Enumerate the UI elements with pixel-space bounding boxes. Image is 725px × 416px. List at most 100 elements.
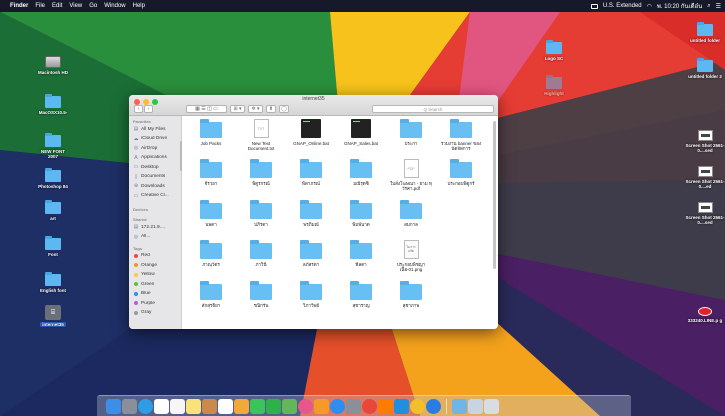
desktop-icon-internet35[interactable]: ⌸ internet35: [25, 305, 81, 328]
menu-go[interactable]: Go: [89, 3, 97, 9]
menu-help[interactable]: Help: [133, 3, 145, 9]
desktop-icon-screenshot-1[interactable]: Screen Shot 2561-0....sed: [677, 130, 725, 153]
sidebar-tag[interactable]: Orange: [133, 263, 180, 268]
launchpad-icon[interactable]: [122, 398, 137, 414]
action-button[interactable]: ✲ ▾: [248, 105, 263, 113]
input-source-label[interactable]: U.S. Extended: [603, 3, 642, 9]
chrome-2-icon[interactable]: [410, 398, 425, 414]
file-item[interactable]: ฟีลดา: [338, 240, 384, 267]
file-item[interactable]: พิดาภรณ์: [288, 159, 334, 186]
desktop-icon-untitled-folder[interactable]: untitled folder: [677, 22, 725, 43]
file-item[interactable]: โอ การเเก๊ด ประกอบพิชญา เนื้อ-01.png: [388, 240, 434, 273]
sidebar-item[interactable]: ▭ Creative Cl...: [133, 193, 180, 199]
sidebar-item[interactable]: ◎ All...: [133, 234, 180, 240]
desktop-icon-logo-sc[interactable]: Logo SC: [526, 40, 582, 61]
file-item[interactable]: GNAP_Online.bat: [288, 119, 334, 146]
sidebar-item[interactable]: ◎ AirDrop: [133, 145, 180, 151]
arrange-button[interactable]: ⊞ ▾: [230, 105, 245, 113]
file-item[interactable]: สักสุรธิยา: [188, 281, 234, 308]
system-preferences-icon[interactable]: [346, 398, 361, 414]
photoshop-icon[interactable]: [394, 398, 409, 414]
menu-view[interactable]: View: [69, 3, 82, 9]
file-item[interactable]: ลภัสรดา: [288, 240, 334, 267]
contacts-icon[interactable]: [202, 398, 217, 414]
maps-icon[interactable]: [282, 398, 297, 414]
sidebar-tag[interactable]: Gray: [133, 310, 180, 315]
desktop-icon-english-font[interactable]: English font: [25, 272, 81, 293]
finder-icon[interactable]: [106, 398, 121, 414]
file-item[interactable]: ปภิรดา: [238, 200, 284, 227]
menu-window[interactable]: Window: [104, 3, 125, 9]
share-button[interactable]: ⬆: [266, 105, 276, 113]
file-item[interactable]: สุชาภาพ: [388, 281, 434, 308]
input-menu-icon[interactable]: [590, 3, 598, 9]
menu-finder[interactable]: Finder: [10, 3, 28, 9]
facetime-icon[interactable]: [266, 398, 281, 414]
finder-window[interactable]: internet35 ‹ › ▦ ☰ ◫ ▭ ⊞ ▾ ✲ ▾ ⬆ ◯ Q Sea…: [129, 95, 498, 329]
desktop-icon-art[interactable]: art: [25, 200, 81, 221]
desktop-icon-screenshot-2[interactable]: Screen Shot 2561-0....ed: [677, 166, 725, 189]
desktop[interactable]: Finder File Edit View Go Window Help U.S…: [0, 0, 725, 416]
ibooks-icon[interactable]: [314, 398, 329, 414]
menu-file[interactable]: File: [35, 3, 45, 9]
desktop-icon-line-image[interactable]: 333240.LINE.p g: [677, 307, 725, 323]
app-store-icon[interactable]: [330, 398, 345, 414]
file-item[interactable]: พิมพ์นาต: [338, 200, 384, 227]
menu-edit[interactable]: Edit: [52, 3, 62, 9]
sidebar-item[interactable]: ☁ iCloud Drive: [133, 136, 180, 142]
file-item[interactable]: ภาณุวัตร: [188, 240, 234, 267]
back-button[interactable]: ‹: [134, 105, 143, 113]
finder-titlebar[interactable]: internet35 ‹ › ▦ ☰ ◫ ▭ ⊞ ▾ ✲ ▾ ⬆ ◯ Q Sea…: [129, 95, 498, 116]
wifi-icon[interactable]: ◠: [647, 3, 652, 10]
sidebar-tag[interactable]: Blue: [133, 291, 180, 296]
trash-icon[interactable]: [484, 398, 499, 414]
desktop-icon-new-font[interactable]: NEW FONT 2007: [25, 133, 81, 159]
documents-stack-icon[interactable]: [468, 398, 483, 414]
file-item[interactable]: สุชาราญ: [338, 281, 384, 308]
file-item[interactable]: ประกา: [388, 119, 434, 146]
desktop-icon-untitled-folder-2[interactable]: untitled folder 2: [677, 58, 725, 79]
file-item[interactable]: วิภาวีพย์: [288, 281, 334, 308]
desktop-icon-font[interactable]: Font: [25, 236, 81, 257]
file-item[interactable]: GNAP_Sales.bat: [338, 119, 384, 146]
sidebar-item[interactable]: ▤ All My Files: [133, 126, 180, 132]
file-item[interactable]: สมกาล: [388, 200, 434, 227]
sidebar-item[interactable]: ▭ Desktop: [133, 164, 180, 170]
tag-button[interactable]: ◯: [279, 105, 289, 113]
view-mode-segmented[interactable]: ▦ ☰ ◫ ▭: [186, 105, 227, 113]
file-item[interactable]: นพดา: [188, 200, 234, 227]
file-item[interactable]: ประกอบพิตูกร์: [438, 159, 484, 186]
messages-icon[interactable]: [250, 398, 265, 414]
spotlight-icon[interactable]: ⌕: [707, 3, 710, 10]
file-item[interactable]: รณิกรัน: [238, 281, 284, 308]
desktop-icon-macintosh-hd[interactable]: Macintosh HD: [25, 56, 81, 75]
sidebar-item[interactable]: ▯ Documents: [133, 174, 180, 180]
file-item[interactable]: รวมงาน banner ของ นัดจัดการ: [438, 119, 484, 152]
desktop-icon-macosx[interactable]: MacOSX10.5-: [25, 94, 81, 115]
file-item[interactable]: พรภิมณ์: [288, 200, 334, 227]
file-item[interactable]: พิตูรกรณ์: [238, 159, 284, 186]
file-item[interactable]: มณีรุตซิ: [338, 159, 384, 186]
file-item[interactable]: Job Packs: [188, 119, 234, 146]
illustrator-icon[interactable]: [378, 398, 393, 414]
file-item[interactable]: จีรวยา: [188, 159, 234, 186]
notification-center-icon[interactable]: ☰: [716, 3, 721, 10]
calendar-icon[interactable]: [170, 398, 185, 414]
chrome-icon[interactable]: [362, 398, 377, 414]
file-grid[interactable]: Job Packs TXT New Text Document.txt GNAP_On…: [182, 116, 498, 329]
sidebar-tag[interactable]: Yellow: [133, 272, 180, 277]
safari-icon[interactable]: [138, 398, 153, 414]
sidebar-item[interactable]: ▤ 172.21.9....: [133, 224, 180, 230]
file-item[interactable]: PDF ใบสั่งโฆษณา - ยาม ทุวัรคา.pdf: [388, 159, 434, 192]
itunes-icon[interactable]: [298, 398, 313, 414]
content-scrollbar[interactable]: [493, 121, 496, 269]
search-input[interactable]: Q Search: [372, 105, 494, 113]
sidebar-tag[interactable]: Green: [133, 282, 180, 287]
desktop-icon-screenshot-3[interactable]: Screen Shot 2561-0....sed: [677, 202, 725, 225]
sidebar-tag[interactable]: Red: [133, 253, 180, 258]
reminders-icon[interactable]: [218, 398, 233, 414]
desktop-icon-photoshop[interactable]: Photoshop 84: [25, 168, 81, 189]
sidebar-tag[interactable]: Purple: [133, 301, 180, 306]
teamviewer-icon[interactable]: [426, 398, 441, 414]
file-item[interactable]: ภาวินี: [238, 240, 284, 267]
